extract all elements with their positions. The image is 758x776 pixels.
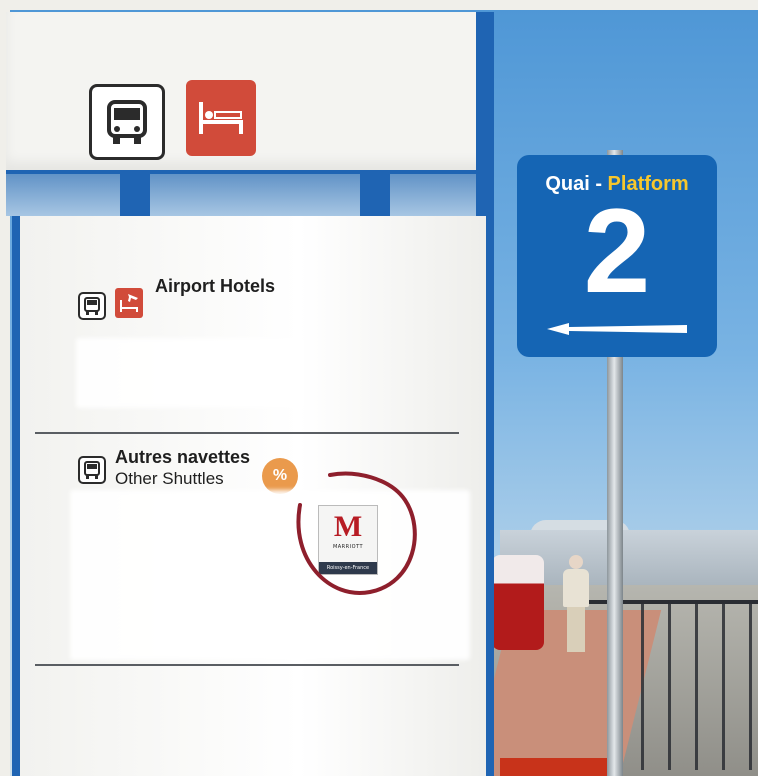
section-divider bbox=[35, 664, 459, 666]
highlight-circle bbox=[296, 471, 417, 596]
